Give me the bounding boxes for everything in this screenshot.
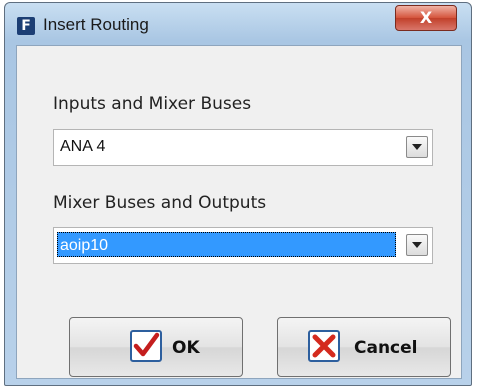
inputs-label: Inputs and Mixer Buses: [53, 94, 252, 114]
inputs-dropdown-button[interactable]: [406, 136, 428, 158]
dialog-body: Inputs and Mixer Buses ANA 4 Mixer Buses…: [16, 45, 462, 379]
close-button[interactable]: X: [395, 5, 457, 31]
ok-button[interactable]: OK: [69, 317, 243, 377]
cancel-x-icon: [308, 330, 340, 362]
ok-label: OK: [172, 338, 200, 358]
window-title: Insert Routing: [43, 15, 149, 34]
outputs-dropdown[interactable]: aoip10: [53, 227, 433, 264]
inputs-dropdown[interactable]: ANA 4: [53, 129, 433, 166]
dialog-window: F Insert Routing X Inputs and Mixer Buse…: [4, 2, 472, 386]
app-icon: F: [17, 17, 35, 35]
chevron-down-icon: [412, 144, 422, 150]
chevron-down-icon: [412, 242, 422, 248]
cancel-button[interactable]: Cancel: [277, 317, 451, 377]
title-bar[interactable]: F Insert Routing X: [5, 3, 471, 43]
outputs-selected-value: aoip10: [57, 232, 396, 257]
outputs-label: Mixer Buses and Outputs: [53, 193, 267, 213]
cancel-label: Cancel: [354, 338, 418, 358]
inputs-selected-value: ANA 4: [60, 138, 106, 155]
close-icon: X: [419, 8, 433, 27]
outputs-dropdown-button[interactable]: [406, 234, 428, 256]
checkmark-icon: [130, 330, 162, 362]
